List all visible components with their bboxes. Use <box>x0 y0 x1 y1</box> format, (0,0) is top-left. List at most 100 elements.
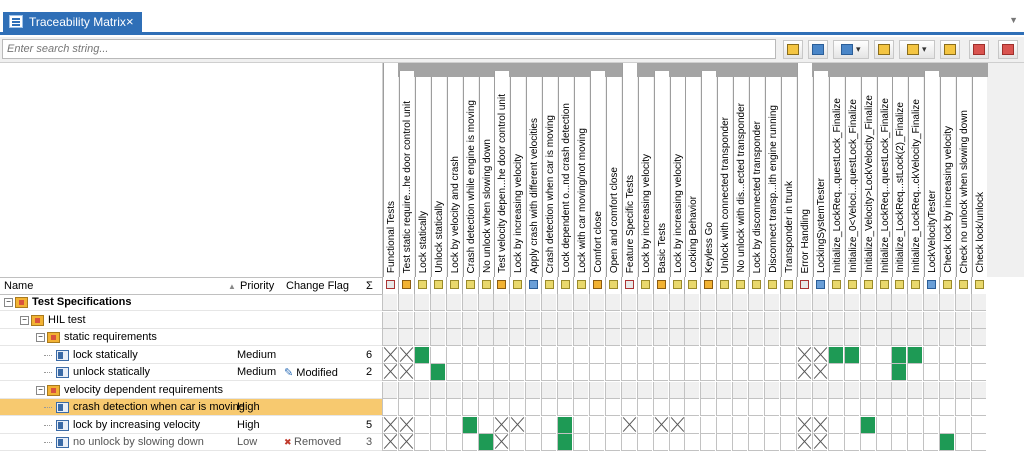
matrix-cell[interactable] <box>907 399 923 416</box>
matrix-cell[interactable] <box>588 364 604 381</box>
matrix-cell[interactable] <box>971 399 987 416</box>
matrix-cell-linked[interactable] <box>413 346 429 364</box>
matrix-cell[interactable] <box>668 346 684 364</box>
tab-traceability-matrix[interactable]: Traceability Matrix × <box>3 12 142 32</box>
matrix-cell[interactable] <box>429 416 445 434</box>
matrix-cell[interactable] <box>620 364 636 381</box>
matrix-cell-not-applicable[interactable] <box>795 364 811 381</box>
matrix-cell[interactable] <box>588 416 604 434</box>
matrix-cell[interactable] <box>413 364 429 381</box>
column-header-sub[interactable]: Comfort close <box>589 71 605 277</box>
tree-requirement-row[interactable]: lock by increasing velocity High 5 <box>0 417 382 434</box>
matrix-cell-not-applicable[interactable] <box>811 364 827 381</box>
matrix-cell[interactable] <box>700 346 716 364</box>
column-header-group[interactable]: Feature Specific Tests <box>621 63 637 277</box>
matrix-cell[interactable] <box>875 434 891 451</box>
matrix-cell[interactable] <box>382 399 397 416</box>
matrix-cell[interactable] <box>939 364 955 381</box>
column-header-item[interactable]: Apply crash with different velocities <box>526 77 542 277</box>
matrix-cell[interactable] <box>636 434 652 451</box>
matrix-cell[interactable] <box>652 434 668 451</box>
matrix-cell[interactable] <box>636 399 652 416</box>
matrix-cell[interactable] <box>652 346 668 364</box>
matrix-cell[interactable] <box>843 416 859 434</box>
matrix-cell[interactable] <box>573 416 589 434</box>
column-header-item[interactable]: Lock by disconnected transponder <box>749 77 765 277</box>
chevron-down-icon[interactable]: ▼ <box>1009 15 1018 25</box>
matrix-cell-not-applicable[interactable] <box>397 416 413 434</box>
matrix-cell-linked[interactable] <box>477 434 493 451</box>
matrix-cell[interactable] <box>955 434 971 451</box>
matrix-cell-linked[interactable] <box>859 416 875 434</box>
matrix-cell[interactable] <box>573 346 589 364</box>
matrix-cell[interactable] <box>764 399 780 416</box>
matrix-cell[interactable] <box>939 399 955 416</box>
matrix-cell[interactable] <box>891 434 907 451</box>
column-header-item[interactable]: Check lock by increasing velocity <box>940 77 956 277</box>
matrix-cell[interactable] <box>509 399 525 416</box>
matrix-cell[interactable] <box>413 434 429 451</box>
matrix-cell[interactable] <box>732 364 748 381</box>
matrix-cell[interactable] <box>541 346 557 364</box>
matrix-cell[interactable] <box>684 434 700 451</box>
matrix-cell[interactable] <box>604 416 620 434</box>
matrix-cell[interactable] <box>525 416 541 434</box>
matrix-cell[interactable] <box>859 399 875 416</box>
matrix-cell[interactable] <box>461 399 477 416</box>
collapse-toggle-icon[interactable]: − <box>36 385 45 395</box>
matrix-cell-linked[interactable] <box>557 434 573 451</box>
matrix-cell[interactable] <box>429 346 445 364</box>
matrix-cell[interactable] <box>636 364 652 381</box>
matrix-cell-not-applicable[interactable] <box>397 434 413 451</box>
unlink-button[interactable] <box>998 40 1018 59</box>
matrix-cell[interactable] <box>684 399 700 416</box>
matrix-cell[interactable] <box>509 364 525 381</box>
column-header-item[interactable]: Unlock with connected transponder <box>717 77 733 277</box>
column-header-item[interactable]: Initialize_LockReq...questLock_Finalize <box>828 77 844 277</box>
matrix-cell-linked[interactable] <box>429 364 445 381</box>
matrix-cell[interactable] <box>764 434 780 451</box>
matrix-cell[interactable] <box>780 364 795 381</box>
matrix-cell[interactable] <box>875 364 891 381</box>
matrix-cell[interactable] <box>827 399 843 416</box>
tree-requirement-row[interactable]: no unlock by slowing down Low ✖ Removed 3 <box>0 434 382 451</box>
column-header-item[interactable]: Check lock/unlock <box>972 77 988 277</box>
change-flag-column-header[interactable]: Change Flag <box>286 280 349 292</box>
matrix-cell[interactable] <box>971 346 987 364</box>
matrix-cell[interactable] <box>923 399 939 416</box>
matrix-cell[interactable] <box>588 434 604 451</box>
column-header-item[interactable]: Crash detection when car is moving <box>542 77 558 277</box>
matrix-cell-linked[interactable] <box>891 364 907 381</box>
tree-requirement-row[interactable]: lock statically Medium 6 <box>0 347 382 364</box>
matrix-cell[interactable] <box>795 399 811 416</box>
matrix-cell[interactable] <box>413 416 429 434</box>
matrix-cell-linked[interactable] <box>557 416 573 434</box>
matrix-cell[interactable] <box>429 399 445 416</box>
matrix-cell[interactable] <box>684 346 700 364</box>
matrix-cell[interactable] <box>636 346 652 364</box>
matrix-cell[interactable] <box>652 399 668 416</box>
matrix-cell[interactable] <box>923 416 939 434</box>
matrix-cell[interactable] <box>891 399 907 416</box>
collapse-toggle-icon[interactable]: − <box>20 315 29 325</box>
matrix-cell[interactable] <box>843 364 859 381</box>
matrix-cell[interactable] <box>700 434 716 451</box>
search-input[interactable] <box>2 39 776 59</box>
matrix-cell-not-applicable[interactable] <box>493 416 509 434</box>
matrix-cell[interactable] <box>668 434 684 451</box>
matrix-cell[interactable] <box>764 364 780 381</box>
matrix-cell[interactable] <box>716 399 732 416</box>
matrix-cell[interactable] <box>684 364 700 381</box>
column-header-sub[interactable]: Test velocity depen...he door control un… <box>494 71 510 277</box>
matrix-cell-not-applicable[interactable] <box>811 416 827 434</box>
matrix-cell[interactable] <box>509 434 525 451</box>
tree-folder-row[interactable]: − Test Specifications <box>0 294 382 311</box>
matrix-cell[interactable] <box>684 416 700 434</box>
tree-folder-row[interactable]: − static requirements <box>0 329 382 346</box>
column-header-item[interactable]: Locking Behavior <box>685 77 701 277</box>
collapse-toggle-icon[interactable]: − <box>36 333 45 342</box>
column-header-item[interactable]: Crash detection while engine is moving <box>462 77 478 277</box>
matrix-cell-not-applicable[interactable] <box>668 416 684 434</box>
matrix-cell[interactable] <box>477 364 493 381</box>
matrix-cell-linked[interactable] <box>907 346 923 364</box>
